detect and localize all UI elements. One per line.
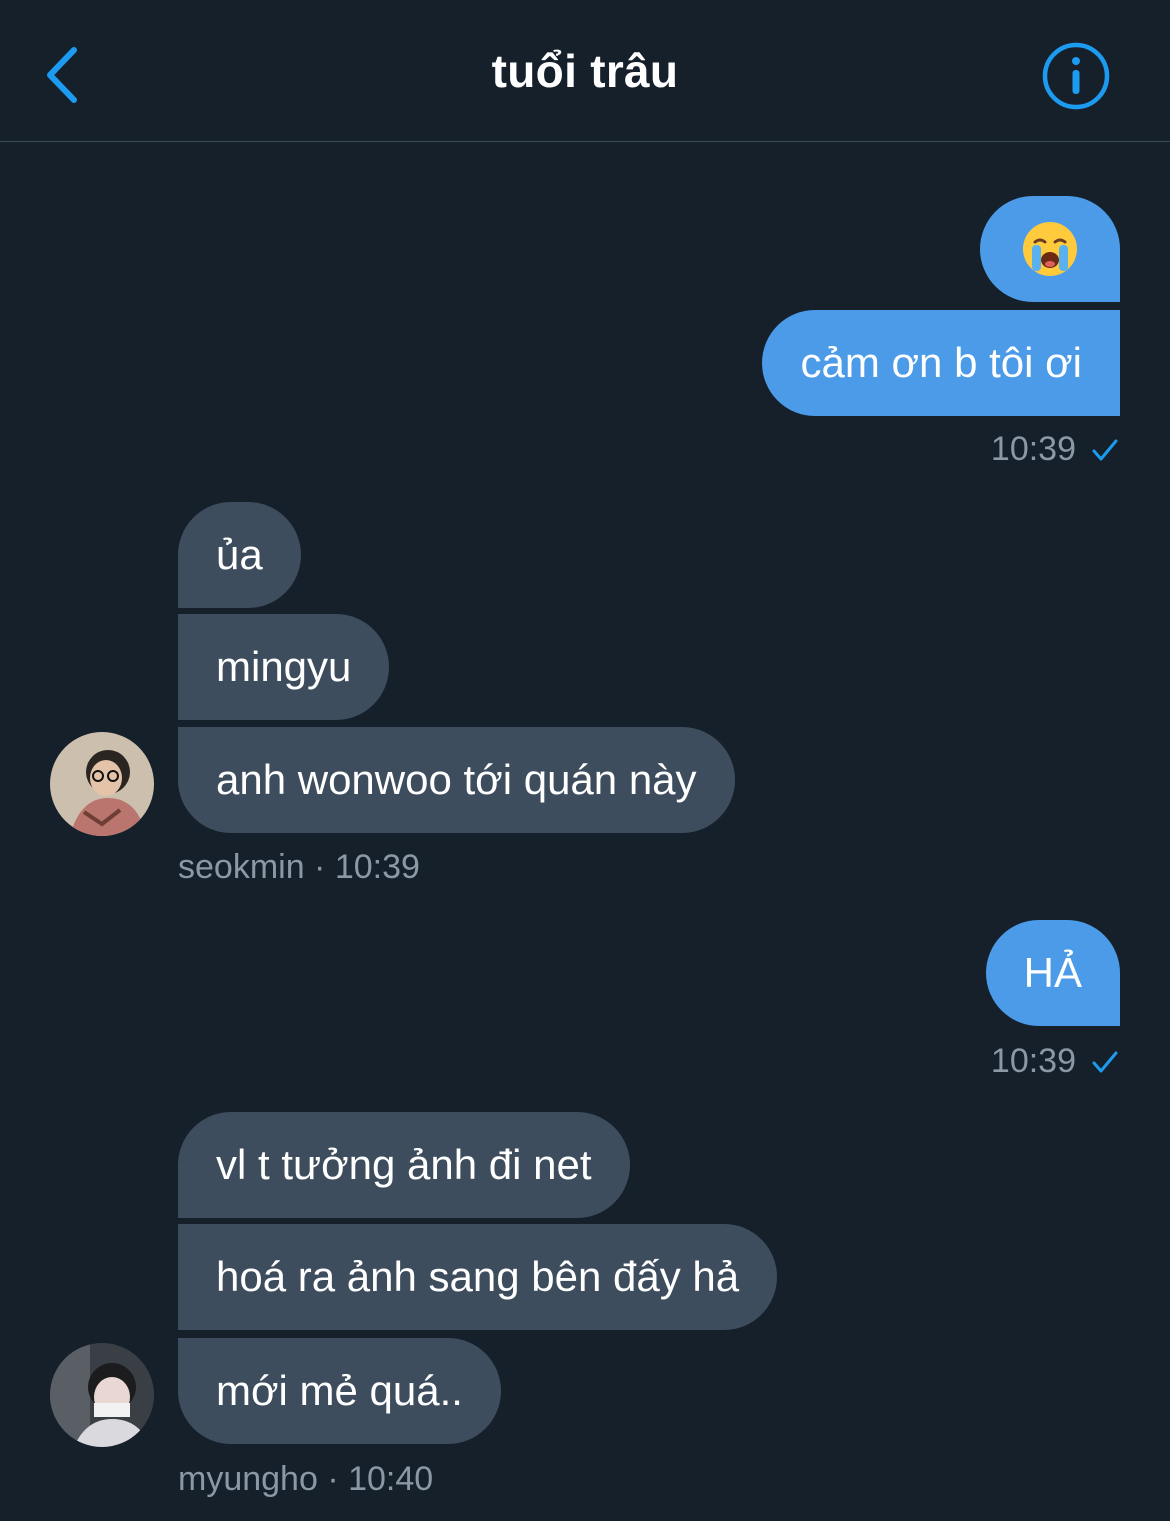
timestamp: 10:39 <box>990 1042 1076 1080</box>
avatar-image <box>50 1343 154 1447</box>
check-icon <box>1092 1051 1118 1072</box>
message-bubble-incoming[interactable]: vl t tưởng ảnh đi net <box>178 1112 630 1218</box>
message-bubble-incoming[interactable]: ủa <box>178 502 301 608</box>
timestamp: 10:39 <box>990 430 1076 468</box>
sender-meta: seokmin · 10:39 <box>178 848 420 886</box>
message-bubble-outgoing[interactable]: HẢ <box>985 920 1120 1026</box>
message-bubble-incoming[interactable]: hoá ra ảnh sang bên đấy hả <box>178 1224 778 1330</box>
avatar[interactable] <box>50 1343 154 1447</box>
message-meta: 10:39 <box>991 430 1120 469</box>
message-text: anh wonwoo tới quán này <box>216 756 697 803</box>
chat-header: tuổi trâu <box>0 0 1170 142</box>
check-icon <box>1092 439 1118 460</box>
message-text: HẢ <box>1023 949 1082 996</box>
info-icon <box>1042 42 1110 110</box>
message-bubble-outgoing[interactable]: cảm ơn b tôi ơi <box>762 310 1120 416</box>
message-text: hoá ra ảnh sang bên đấy hả <box>216 1253 740 1300</box>
message-bubble-incoming[interactable]: mới mẻ quá.. <box>178 1338 501 1444</box>
message-text: mới mẻ quá.. <box>216 1367 463 1414</box>
info-button[interactable] <box>1040 40 1112 112</box>
message-text: mingyu <box>216 643 352 690</box>
message-text: cảm ơn b tôi ơi <box>800 339 1082 386</box>
avatar-image <box>50 732 154 836</box>
loudly-crying-face-icon <box>1023 222 1077 276</box>
sender-meta: myungho · 10:40 <box>178 1460 434 1498</box>
message-text: ủa <box>216 531 263 578</box>
conversation-title: tuổi trâu <box>491 45 679 97</box>
message-bubble-incoming[interactable]: anh wonwoo tới quán này <box>178 727 735 833</box>
avatar[interactable] <box>50 732 154 836</box>
message-bubble-incoming[interactable]: mingyu <box>178 614 390 720</box>
message-bubble-outgoing[interactable]: 😭 <box>980 196 1120 302</box>
message-meta: 10:39 <box>991 1042 1120 1081</box>
message-text: vl t tưởng ảnh đi net <box>216 1141 592 1188</box>
